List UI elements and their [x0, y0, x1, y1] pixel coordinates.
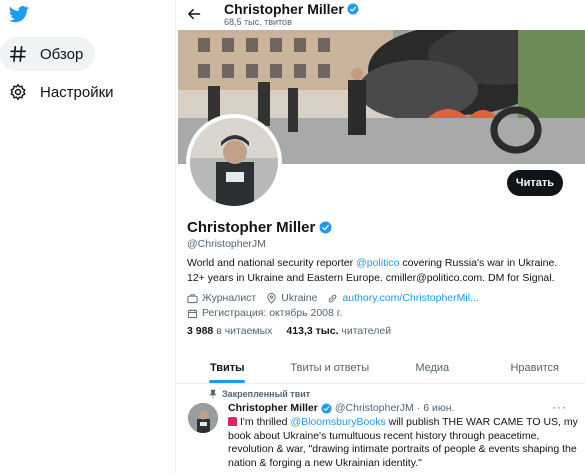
tweet-date[interactable]: 6 июн.: [423, 402, 454, 414]
more-options-icon[interactable]: ···: [552, 400, 567, 414]
tab-media[interactable]: Медиа: [381, 352, 484, 383]
tab-tweets[interactable]: Твиты: [176, 352, 279, 383]
header-tweet-count: 68,5 тыс. твитов: [224, 17, 292, 27]
nav-item-explore[interactable]: Обзор: [0, 37, 96, 71]
back-arrow-icon[interactable]: [186, 6, 204, 24]
pinned-tweet[interactable]: Закрепленный твит Christopher Miller @Ch…: [176, 385, 585, 473]
location-pin-icon: [267, 293, 276, 304]
tweet-author-avatar[interactable]: [188, 403, 218, 433]
header-display-name: Christopher Miller: [224, 1, 359, 17]
pin-icon: [209, 389, 217, 399]
nav-item-label: Настройки: [40, 83, 114, 101]
profile-location: Ukraine: [281, 292, 318, 304]
calendar-icon: [187, 309, 198, 319]
followers-link[interactable]: 413,3 тыс. читателей: [286, 325, 391, 337]
follow-button[interactable]: Читать: [507, 170, 563, 196]
briefcase-icon: [187, 294, 198, 304]
following-link[interactable]: 3 988 в читаемых: [187, 325, 272, 337]
twitter-logo-icon[interactable]: [8, 4, 30, 24]
tweet-mention-link[interactable]: @BloomsburyBooks: [290, 416, 385, 428]
verified-badge-icon: [319, 221, 332, 234]
hashtag-icon: [8, 44, 28, 64]
profile-stats: 3 988 в читаемых 413,3 тыс. читателей: [187, 325, 391, 337]
gear-icon: [8, 82, 28, 102]
tab-tweets-and-replies[interactable]: Твиты и ответы: [279, 352, 382, 383]
profile-bio: World and national security reporter @po…: [187, 257, 558, 284]
profile-profession: Журналист: [202, 292, 257, 304]
tweet-text: I'm thrilled @BloomsburyBooks will publi…: [228, 416, 578, 469]
profile-header-bar: Christopher Miller 68,5 тыс. твитов: [176, 0, 585, 30]
profile-website-link[interactable]: authory.com/ChristopherMil...: [342, 291, 478, 306]
tweet-header: Christopher Miller @ChristopherJM · 6 ию…: [228, 402, 455, 414]
profile-handle: @ChristopherJM: [187, 238, 266, 250]
verified-badge-icon: [321, 402, 332, 414]
siren-emoji-icon: [228, 417, 237, 426]
profile-join-date: Регистрация: октябрь 2008 г.: [202, 307, 343, 319]
tweet-author-handle[interactable]: @ChristopherJM: [335, 402, 414, 414]
tab-likes[interactable]: Нравится: [484, 352, 585, 383]
link-icon: [329, 294, 337, 303]
profile-display-name: Christopher Miller: [187, 219, 332, 236]
profile-avatar[interactable]: [186, 114, 282, 210]
left-navigation: Обзор Настройки: [0, 0, 175, 473]
profile-tabs: Твиты Твиты и ответы Медиа Нравится: [176, 352, 585, 384]
nav-item-settings[interactable]: Настройки: [0, 75, 126, 109]
nav-item-label: Обзор: [40, 45, 84, 63]
bio-mention-link[interactable]: @politico: [356, 257, 399, 269]
verified-badge-icon: [347, 3, 359, 15]
tweet-separator: ·: [416, 402, 421, 414]
profile-meta: Журналист Ukraine authory.com/Christophe…: [187, 291, 577, 321]
profile-column: Christopher Miller 68,5 тыс. твитов Чита…: [175, 0, 585, 473]
tweet-author-name[interactable]: Christopher Miller: [228, 402, 318, 414]
pinned-label: Закрепленный твит: [208, 389, 310, 399]
